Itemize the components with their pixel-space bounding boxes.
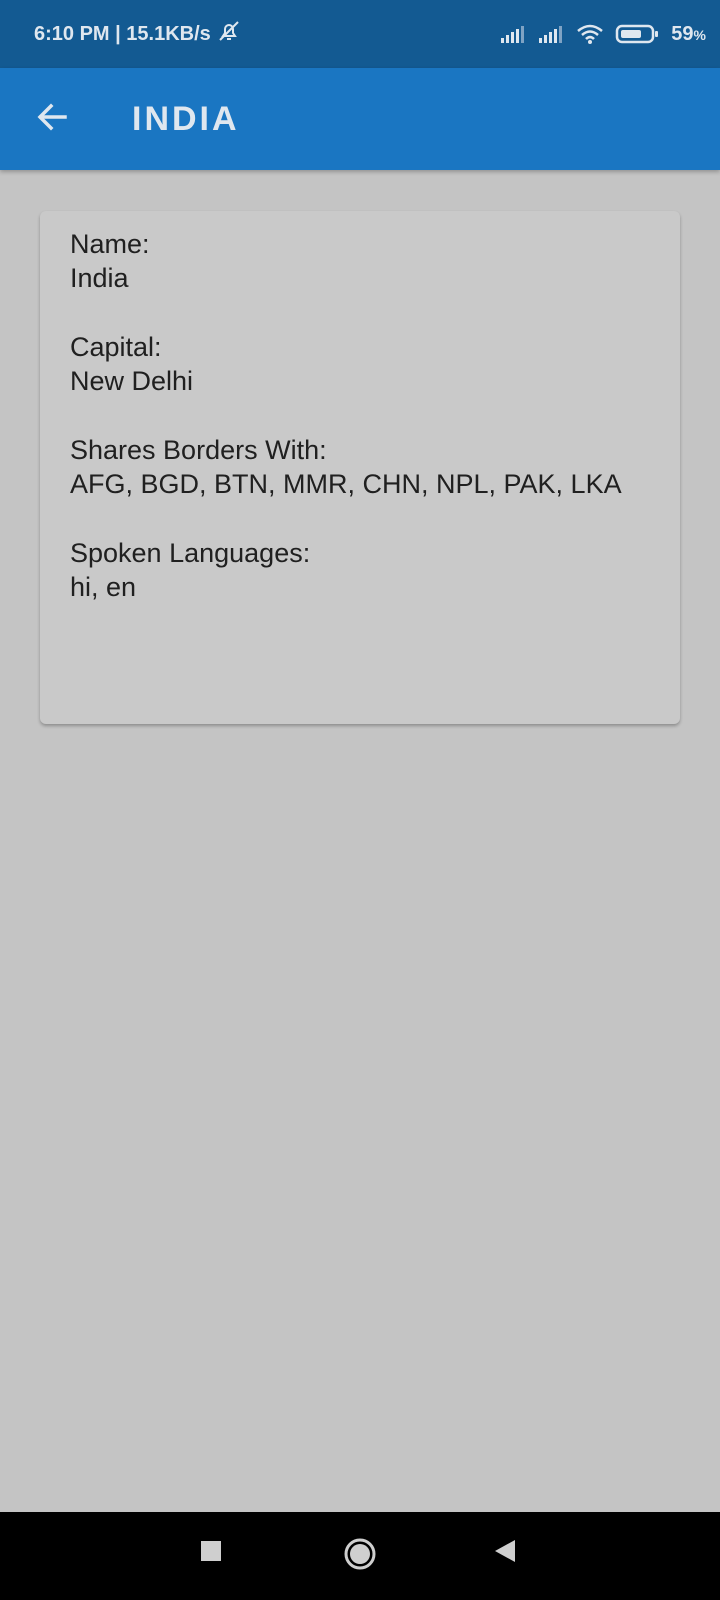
capital-label: Capital: (70, 332, 162, 362)
signal-icon (499, 23, 527, 45)
back-button[interactable] (26, 93, 78, 145)
bell-off-icon (217, 19, 241, 49)
system-back-button[interactable] (490, 1538, 520, 1568)
recents-square-icon (199, 1539, 223, 1568)
wifi-icon (575, 22, 605, 46)
languages-label: Spoken Languages: (70, 538, 311, 568)
name-value: India (70, 263, 129, 293)
capital-field: Capital: New Delhi (70, 330, 650, 398)
home-button[interactable] (340, 1536, 380, 1576)
battery-level: 59% (671, 22, 706, 45)
languages-value: hi, en (70, 572, 137, 602)
languages-field: Spoken Languages: hi, en (70, 536, 650, 604)
status-left: 6:10 PM | 15.1KB/s (34, 19, 241, 49)
borders-value: AFG, BGD, BTN, MMR, CHN, NPL, PAK, LKA (70, 469, 622, 499)
borders-label: Shares Borders With: (70, 435, 327, 465)
borders-field: Shares Borders With: AFG, BGD, BTN, MMR,… (70, 433, 650, 501)
capital-value: New Delhi (70, 366, 194, 396)
name-field: Name: India (70, 227, 650, 295)
recents-button[interactable] (196, 1538, 226, 1568)
signal-icon (537, 23, 565, 45)
name-label: Name: (70, 229, 150, 259)
home-circle-icon (343, 1537, 377, 1576)
back-triangle-icon (493, 1538, 517, 1569)
arrow-left-icon (35, 100, 69, 139)
page-title: INDIA (132, 99, 240, 138)
country-details-card: Name: India Capital: New Delhi Shares Bo… (40, 211, 680, 724)
status-bar: 6:10 PM | 15.1KB/s 59% (0, 0, 720, 68)
status-time-speed: 6:10 PM | 15.1KB/s (34, 22, 211, 45)
app-bar: INDIA (0, 68, 720, 170)
status-right: 59% (499, 22, 706, 46)
battery-icon (615, 23, 661, 45)
navigation-bar (0, 1512, 720, 1600)
